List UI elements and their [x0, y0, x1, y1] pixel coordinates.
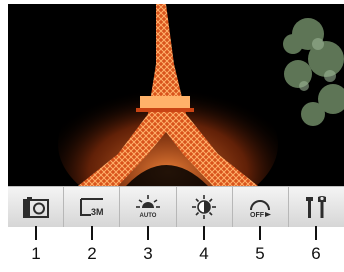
- callout-2: 2: [64, 226, 120, 264]
- svg-text:OFF: OFF: [250, 212, 265, 219]
- callout-6: 6: [288, 226, 344, 264]
- callout-line: [203, 226, 205, 240]
- self-timer-icon: OFF: [250, 200, 272, 219]
- callout-number: 2: [87, 244, 97, 263]
- svg-text:3M: 3M: [91, 207, 104, 217]
- tools-button[interactable]: [289, 187, 344, 227]
- callout-4: 4: [176, 226, 232, 264]
- tools-icon: [306, 196, 327, 218]
- brightness-icon: [192, 195, 217, 219]
- white-balance-icon: AUTO: [135, 195, 160, 219]
- camera-mode-button[interactable]: [8, 187, 65, 227]
- callout-number: 4: [199, 244, 209, 263]
- button-callouts: 1 2 3 4 5 6: [8, 226, 344, 272]
- resolution-icon: 3M: [79, 198, 104, 217]
- camera-viewfinder: [8, 4, 344, 186]
- callout-line: [315, 226, 317, 240]
- camera-toolbar: 3M AUTO OFF: [8, 186, 344, 227]
- callout-5: 5: [232, 226, 288, 264]
- callout-line: [91, 226, 93, 240]
- callout-line: [259, 226, 261, 240]
- brightness-button[interactable]: [177, 187, 233, 227]
- self-timer-button[interactable]: OFF: [233, 187, 289, 227]
- camera-mode-icon: [22, 197, 49, 218]
- svg-text:AUTO: AUTO: [139, 213, 156, 219]
- callout-line: [147, 226, 149, 240]
- white-balance-button[interactable]: AUTO: [120, 187, 177, 227]
- callout-number: 1: [31, 244, 41, 263]
- resolution-button[interactable]: 3M: [64, 187, 121, 227]
- callout-number: 5: [255, 244, 265, 263]
- callout-number: 3: [143, 244, 153, 263]
- callout-line: [35, 226, 37, 240]
- callout-number: 6: [311, 244, 321, 263]
- callout-3: 3: [120, 226, 176, 264]
- tokyo-tower-photo: [8, 4, 344, 186]
- callout-1: 1: [8, 226, 64, 264]
